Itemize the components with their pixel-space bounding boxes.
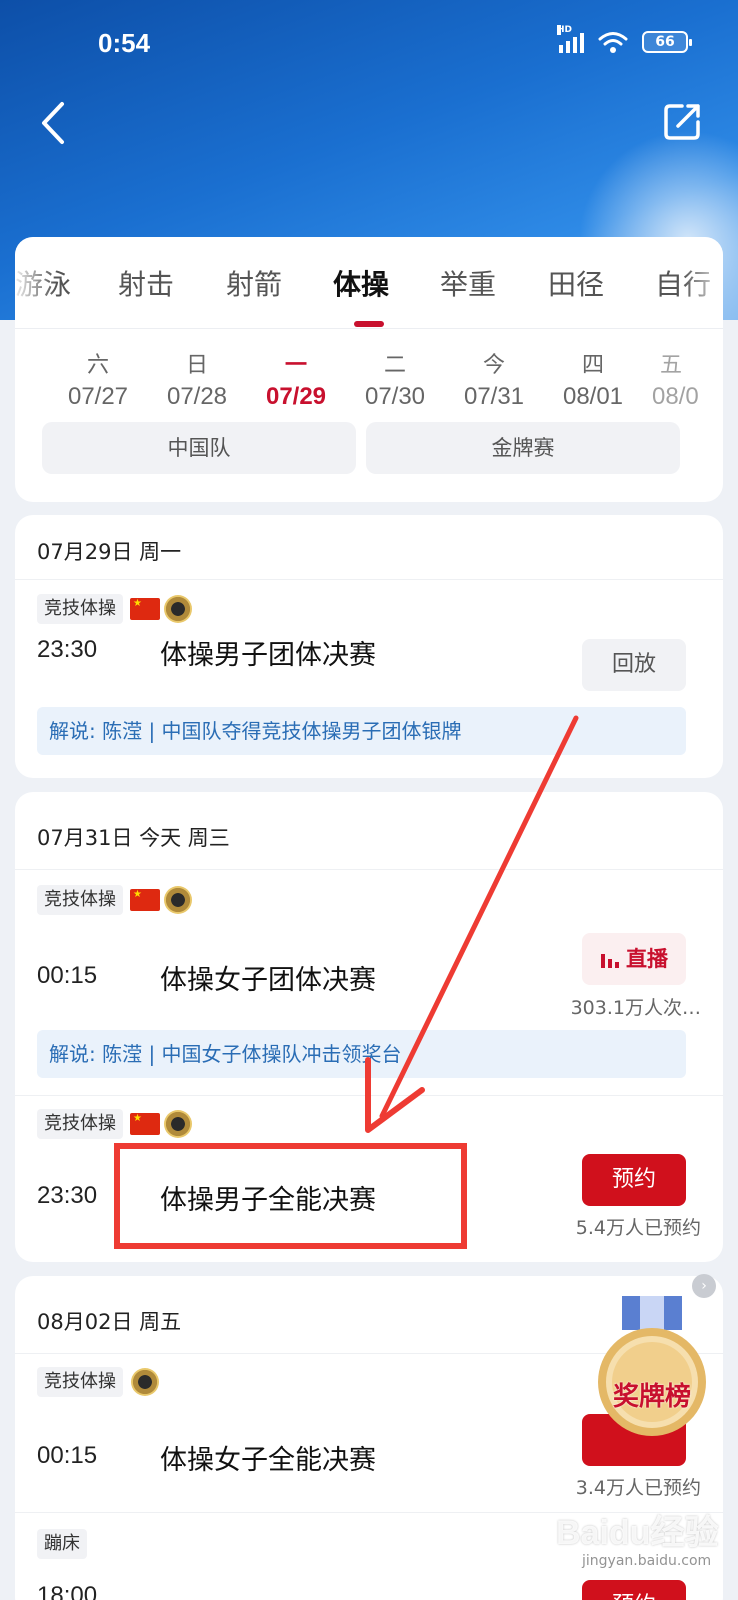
event-title[interactable]: 体操男子团体决赛	[160, 633, 376, 672]
date-0801[interactable]: 四 08/01	[553, 347, 633, 411]
tab-athletics[interactable]: 田径	[548, 263, 604, 303]
day-header: 07月29日 周一	[37, 540, 182, 564]
live-label: 直播	[626, 947, 668, 971]
wifi-icon	[598, 32, 628, 53]
date-weekday: 五	[660, 353, 683, 378]
event-tag: 竞技体操	[37, 1367, 123, 1397]
baidu-watermark: Baidu经验	[556, 1514, 719, 1552]
medal-icon	[131, 1368, 159, 1396]
date-0730[interactable]: 二 07/30	[355, 347, 435, 411]
event-time: 23:30	[37, 1182, 98, 1209]
tab-gymnastics[interactable]: 体操	[333, 263, 389, 303]
status-icons: HD 66	[557, 25, 692, 54]
active-tab-indicator	[354, 321, 384, 327]
event-time: 00:15	[37, 1442, 98, 1469]
reserve-count: 3.4万人已预约	[575, 1477, 701, 1499]
reserve-button[interactable]: 预约	[582, 1580, 686, 1600]
date-weekday: 今	[482, 353, 505, 378]
commentary-bar[interactable]: 解说: 陈滢 | 中国女子体操队冲击领奖台	[37, 1030, 686, 1078]
date-0729[interactable]: 一 07/29	[256, 347, 336, 411]
divider	[15, 579, 723, 580]
day-header: 08月02日 周五	[37, 1310, 182, 1334]
date-weekday: 六	[86, 353, 109, 378]
medal-board-label[interactable]: 奖牌榜	[602, 1376, 702, 1413]
filter-card: 游泳 射击 射箭 体操 举重 田径 自行 六 07/27 日 07/28 一 0…	[15, 237, 723, 502]
sport-tabs: 游泳 射击 射箭 体操 举重 田径 自行	[15, 237, 723, 329]
medal-icon	[164, 1110, 192, 1138]
tab-shooting[interactable]: 射击	[118, 263, 174, 303]
date-value: 07/31	[463, 383, 525, 410]
event-tag: 蹦床	[37, 1529, 87, 1559]
date-0727[interactable]: 六 07/27	[58, 347, 138, 411]
china-flag-icon	[130, 889, 160, 911]
date-value: 07/30	[364, 383, 426, 410]
date-weekday: 日	[185, 353, 208, 378]
day-card-0729: 07月29日 周一 竞技体操 23:30 体操男子团体决赛 回放 解说: 陈滢 …	[15, 515, 723, 778]
medal-board-widget[interactable]	[592, 1296, 712, 1446]
date-weekday: 四	[581, 353, 604, 378]
divider	[15, 869, 723, 870]
date-0731[interactable]: 今 07/31	[454, 347, 534, 411]
china-flag-icon	[130, 1113, 160, 1135]
reserve-button[interactable]: 预约	[582, 1154, 686, 1206]
tabs-fade-left	[15, 237, 55, 327]
medal-icon	[164, 595, 192, 623]
date-weekday: 一	[284, 353, 307, 378]
live-button[interactable]: 直播	[582, 933, 686, 985]
medal-icon	[164, 886, 192, 914]
date-value: 07/29	[265, 383, 327, 410]
back-icon[interactable]	[34, 98, 74, 148]
reserve-count: 5.4万人已预约	[575, 1217, 701, 1239]
event-time: 00:15	[37, 962, 98, 989]
event-title[interactable]: 体操女子全能决赛	[160, 1438, 376, 1477]
date-value: 08/01	[562, 383, 624, 410]
date-value: 08/0	[652, 383, 699, 410]
china-flag-icon	[130, 598, 160, 620]
tab-weightlifting[interactable]: 举重	[440, 263, 496, 303]
event-title[interactable]: 体操男子全能决赛	[160, 1178, 376, 1217]
signal-icon: HD	[557, 25, 584, 53]
date-0802[interactable]: 五 08/0	[652, 347, 712, 411]
event-time: 18:00	[37, 1582, 98, 1600]
live-bars-icon	[601, 954, 619, 968]
share-icon[interactable]	[660, 100, 704, 144]
divider	[15, 1095, 723, 1096]
replay-button[interactable]: 回放	[582, 639, 686, 691]
status-bar: 0:54 HD 66	[0, 0, 738, 90]
gold-medal-filter[interactable]: 金牌赛	[366, 422, 680, 474]
baidu-watermark-url: jingyan.baidu.com	[582, 1553, 712, 1569]
close-icon[interactable]: ›	[692, 1274, 716, 1298]
hd-label: HD	[557, 25, 573, 35]
date-value: 07/27	[67, 383, 129, 410]
day-header: 07月31日 今天 周三	[37, 826, 230, 850]
commentary-bar[interactable]: 解说: 陈滢 | 中国队夺得竞技体操男子团体银牌	[37, 707, 686, 755]
tab-archery[interactable]: 射箭	[226, 263, 282, 303]
tabs-fade-right	[683, 237, 723, 327]
event-time: 23:30	[37, 636, 98, 663]
day-card-0731: 07月31日 今天 周三 竞技体操 00:15 体操女子团体决赛 直播 303.…	[15, 792, 723, 1262]
date-weekday: 二	[383, 353, 406, 378]
battery-icon: 66	[642, 31, 692, 53]
date-0728[interactable]: 日 07/28	[157, 347, 237, 411]
event-tag: 竞技体操	[37, 885, 123, 915]
viewer-count: 303.1万人次…	[570, 997, 701, 1019]
china-team-filter[interactable]: 中国队	[42, 422, 356, 474]
event-tag: 竞技体操	[37, 1109, 123, 1139]
status-time: 0:54	[98, 28, 151, 58]
date-value: 07/28	[166, 383, 228, 410]
event-tag: 竞技体操	[37, 594, 123, 624]
event-title[interactable]: 体操女子团体决赛	[160, 958, 376, 997]
